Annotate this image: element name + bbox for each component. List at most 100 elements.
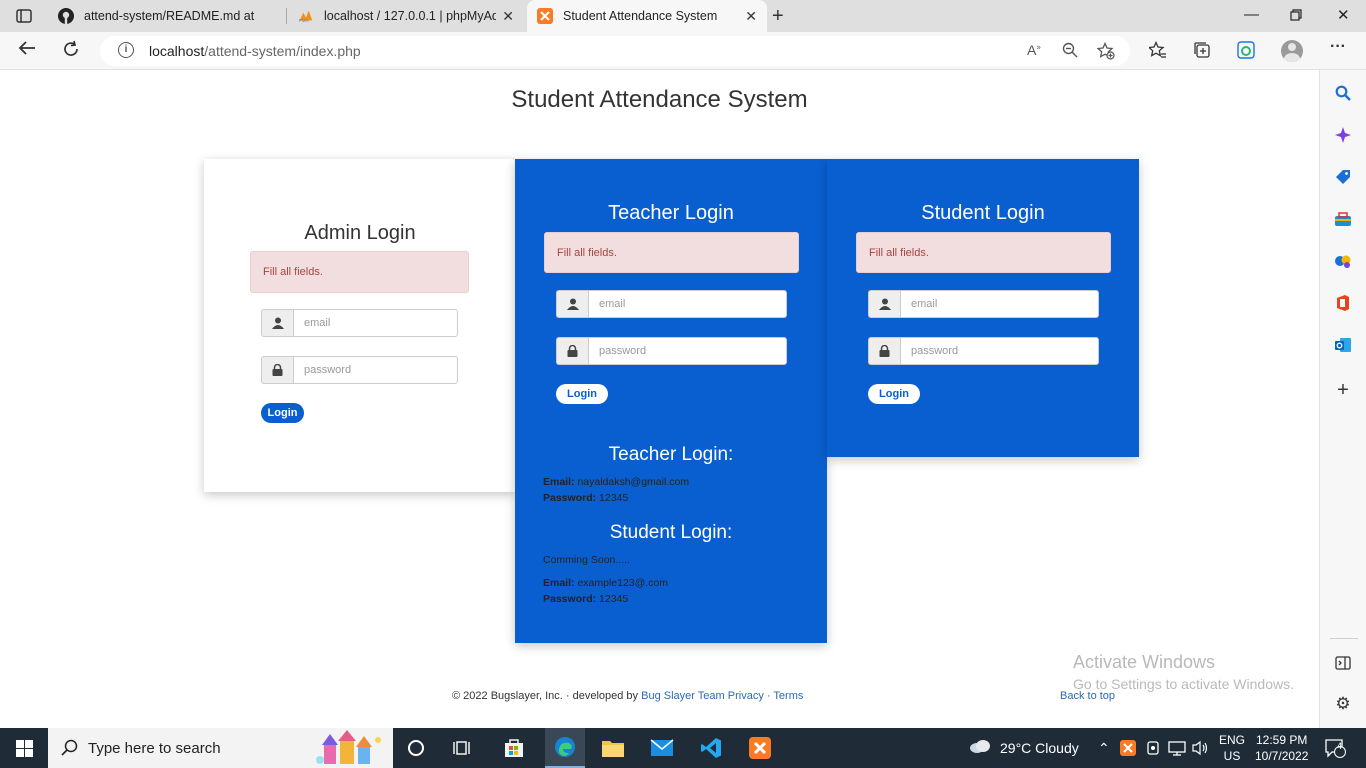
- volume-icon[interactable]: [1192, 728, 1210, 768]
- teacher-credentials-heading: Teacher Login:: [608, 444, 734, 465]
- admin-password-input[interactable]: password: [293, 356, 458, 384]
- student-email-input[interactable]: email: [900, 290, 1099, 318]
- admin-email-group: email: [261, 309, 458, 337]
- admin-login-button[interactable]: Login: [261, 403, 304, 423]
- zoom-icon[interactable]: [1062, 42, 1078, 61]
- address-bar[interactable]: i localhost/attend-system/index.php A»: [100, 36, 1130, 66]
- admin-login-card: Admin Login Fill all fields. email passw…: [204, 159, 516, 492]
- games-icon[interactable]: [1334, 252, 1352, 270]
- taskbar-search-box[interactable]: Type here to search: [48, 728, 393, 768]
- svg-text:PMA: PMA: [299, 18, 309, 23]
- refresh-icon[interactable]: [62, 40, 80, 63]
- clock-date: 10/7/2022: [1255, 749, 1309, 763]
- language-bottom: US: [1223, 749, 1241, 763]
- minimize-icon[interactable]: —: [1244, 6, 1259, 23]
- xampp-taskbar-icon[interactable]: [745, 733, 775, 763]
- network-icon[interactable]: [1168, 728, 1186, 768]
- edge-sidebar: + ⚙: [1319, 70, 1366, 728]
- page-footer: © 2022 Bugslayer, Inc. · developed by Bu…: [452, 690, 803, 702]
- user-icon: [556, 290, 588, 318]
- tab-actions-icon[interactable]: [10, 6, 38, 26]
- teacher-email-input[interactable]: email: [588, 290, 787, 318]
- language-indicator[interactable]: ENG US: [1219, 728, 1245, 768]
- student-coming-soon: Comming Soon.....: [543, 554, 630, 566]
- tab-student-attendance[interactable]: Student Attendance System ✕: [527, 0, 767, 32]
- restore-icon[interactable]: [1290, 8, 1302, 25]
- site-info-icon[interactable]: i: [118, 42, 134, 58]
- close-tab-icon[interactable]: ✕: [745, 8, 757, 25]
- search-highlight-icon: [316, 730, 392, 768]
- teacher-login-button[interactable]: Login: [556, 384, 608, 404]
- tab-title: localhost / 127.0.0.1 | phpMyAdm: [324, 9, 496, 23]
- outlook-icon[interactable]: [1334, 336, 1352, 354]
- file-explorer-icon[interactable]: [598, 733, 628, 763]
- student-alert: Fill all fields.: [856, 232, 1111, 273]
- url-text[interactable]: localhost/attend-system/index.php: [149, 43, 361, 59]
- favorites-icon[interactable]: [1147, 40, 1167, 64]
- xampp-icon: [537, 8, 553, 24]
- activate-windows-watermark: Activate Windows Go to Settings to activ…: [1073, 652, 1294, 692]
- xampp-tray-icon[interactable]: [1120, 728, 1136, 768]
- admin-password-group: password: [261, 356, 458, 384]
- student-email-group: email: [868, 290, 1099, 318]
- add-sidebar-app-icon[interactable]: +: [1334, 379, 1352, 401]
- close-tab-icon[interactable]: ✕: [502, 8, 514, 25]
- shopping-tag-icon[interactable]: [1334, 168, 1352, 186]
- notification-count: 4: [1337, 741, 1343, 751]
- taskbar-search-placeholder: Type here to search: [88, 740, 221, 757]
- tools-icon[interactable]: [1334, 210, 1352, 228]
- edge-feature-icon[interactable]: [1237, 41, 1255, 64]
- tab-phpmyadmin[interactable]: PMA localhost / 127.0.0.1 | phpMyAdm ✕: [288, 0, 524, 32]
- collections-icon[interactable]: [1193, 41, 1211, 64]
- team-link[interactable]: Bug Slayer Team: [641, 690, 725, 702]
- profile-avatar[interactable]: [1281, 40, 1303, 62]
- watermark-line1: Activate Windows: [1073, 652, 1216, 672]
- edge-browser-icon[interactable]: [545, 728, 585, 768]
- tab-title: Student Attendance System: [563, 9, 718, 23]
- clock[interactable]: 12:59 PM 10/7/2022: [1255, 728, 1308, 768]
- mail-icon[interactable]: [647, 733, 677, 763]
- search-icon[interactable]: [1334, 84, 1352, 102]
- hide-sidebar-icon[interactable]: [1334, 654, 1352, 672]
- settings-gear-icon[interactable]: ⚙: [1334, 694, 1352, 713]
- teacher-email-line: Email: nayaldaksh@gmail.com: [543, 476, 690, 488]
- lock-icon: [868, 337, 900, 365]
- cloud-icon: [968, 738, 992, 759]
- browser-toolbar: i localhost/attend-system/index.php A» ·…: [0, 32, 1366, 70]
- tab-separator: [286, 8, 287, 24]
- more-menu-icon[interactable]: ···: [1330, 38, 1346, 56]
- show-hidden-icons[interactable]: ⌃: [1098, 728, 1110, 768]
- teacher-password-input[interactable]: password: [588, 337, 787, 365]
- cortana-icon[interactable]: [401, 733, 431, 763]
- teacher-password-group: password: [556, 337, 787, 365]
- tab-github-readme[interactable]: attend-system/README.md at m: [48, 0, 284, 32]
- footer-copyright: © 2022 Bugslayer, Inc. · developed by: [452, 690, 639, 702]
- student-password-line: Password: 12345: [543, 593, 629, 605]
- admin-alert: Fill all fields.: [250, 251, 469, 293]
- watermark-line2: Go to Settings to activate Windows.: [1073, 676, 1294, 692]
- student-password-input[interactable]: password: [900, 337, 1099, 365]
- windows-taskbar: Type here to search 29°C Cloudy ⌃ ENG US…: [0, 728, 1366, 768]
- user-icon: [868, 290, 900, 318]
- read-aloud-icon[interactable]: A»: [1027, 42, 1041, 58]
- task-view-icon[interactable]: [448, 733, 478, 763]
- terms-link[interactable]: Terms: [773, 690, 803, 702]
- notification-center-icon[interactable]: 4: [1324, 728, 1346, 768]
- office-icon[interactable]: [1334, 294, 1352, 312]
- close-window-icon[interactable]: ✕: [1337, 6, 1350, 24]
- windows-start-icon[interactable]: [9, 733, 39, 763]
- admin-email-input[interactable]: email: [293, 309, 458, 337]
- search-icon: [61, 739, 79, 762]
- student-login-button[interactable]: Login: [868, 384, 920, 404]
- weather-widget[interactable]: 29°C Cloudy: [968, 728, 1079, 768]
- microsoft-store-icon[interactable]: [499, 733, 529, 763]
- back-icon[interactable]: [18, 40, 36, 61]
- discover-icon[interactable]: [1334, 126, 1352, 144]
- add-favorite-icon[interactable]: [1096, 41, 1115, 63]
- vscode-icon[interactable]: [696, 733, 726, 763]
- device-icon[interactable]: [1145, 728, 1161, 768]
- new-tab-icon[interactable]: +: [772, 5, 784, 28]
- privacy-link[interactable]: Privacy: [728, 690, 764, 702]
- weather-text: 29°C Cloudy: [1000, 740, 1079, 756]
- language-top: ENG: [1219, 733, 1246, 747]
